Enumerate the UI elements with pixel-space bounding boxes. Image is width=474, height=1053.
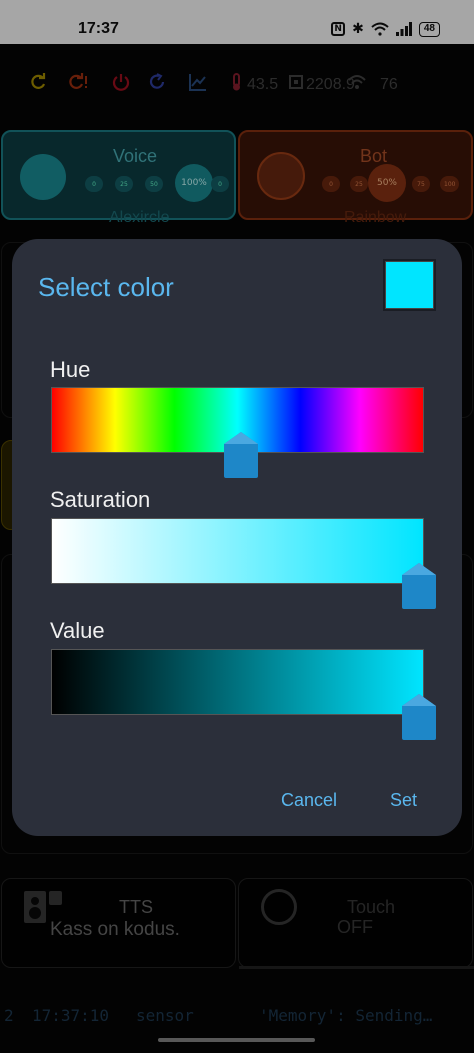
value-slider-thumb[interactable] — [402, 694, 436, 740]
hue-label: Hue — [50, 357, 91, 382]
selected-color-swatch — [383, 259, 436, 311]
value-label: Value — [50, 618, 105, 643]
saturation-label: Saturation — [50, 487, 151, 512]
color-picker-dialog: Select color Hue Saturation Value Cancel… — [12, 239, 462, 836]
hue-slider-thumb[interactable] — [224, 432, 259, 478]
saturation-slider[interactable] — [51, 518, 424, 584]
value-slider[interactable] — [51, 649, 424, 715]
dialog-title: Select color — [38, 272, 174, 302]
set-button[interactable]: Set — [390, 790, 417, 811]
cancel-button[interactable]: Cancel — [281, 790, 337, 811]
saturation-slider-thumb[interactable] — [402, 563, 436, 609]
